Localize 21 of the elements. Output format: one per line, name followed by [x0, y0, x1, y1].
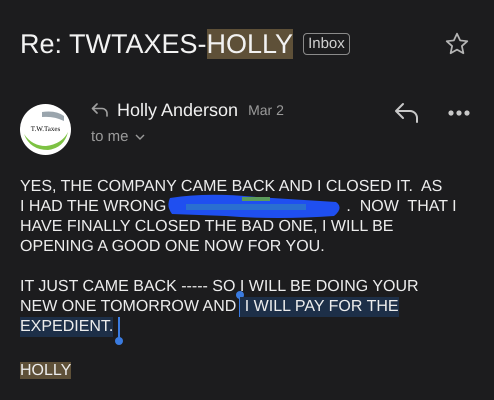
- signature: HOLLY: [20, 362, 72, 379]
- more-options-button[interactable]: [448, 110, 470, 116]
- body-text: NEW ONE TOMORROW AND: [20, 297, 236, 317]
- star-button[interactable]: [444, 31, 470, 57]
- email-subject: Re: TWTAXES-HOLLY: [20, 28, 294, 61]
- recipient-toggle[interactable]: to me: [91, 126, 284, 148]
- body-text: . NOW THAT I: [346, 197, 457, 217]
- body-text: HAVE FINALLY CLOSED THE BAD ONE, I WILL BE: [20, 217, 394, 237]
- body-text: YES, THE COMPANY CAME BACK AND I CLOSED IT. AS: [20, 177, 442, 197]
- inbox-label: Inbox: [303, 33, 350, 55]
- body-text: OPENING A GOOD ONE NOW FOR YOU.: [20, 237, 325, 257]
- sender-name: Holly Anderson: [117, 99, 238, 122]
- body-text: EXPEDIENT.: [20, 317, 114, 337]
- body-text: IT JUST CAME BACK ----- SO I WILL BE DOING YOUR: [20, 277, 419, 297]
- reply-icon: [91, 103, 109, 117]
- body-text: I WILL PAY FOR THE: [240, 297, 399, 317]
- body-text: I HAD THE WRONG: [20, 197, 166, 217]
- chevron-icon: [134, 133, 145, 142]
- selection-end-handle[interactable]: [115, 317, 124, 345]
- reply-button[interactable]: [394, 102, 420, 124]
- message-date: Mar 2: [248, 100, 284, 120]
